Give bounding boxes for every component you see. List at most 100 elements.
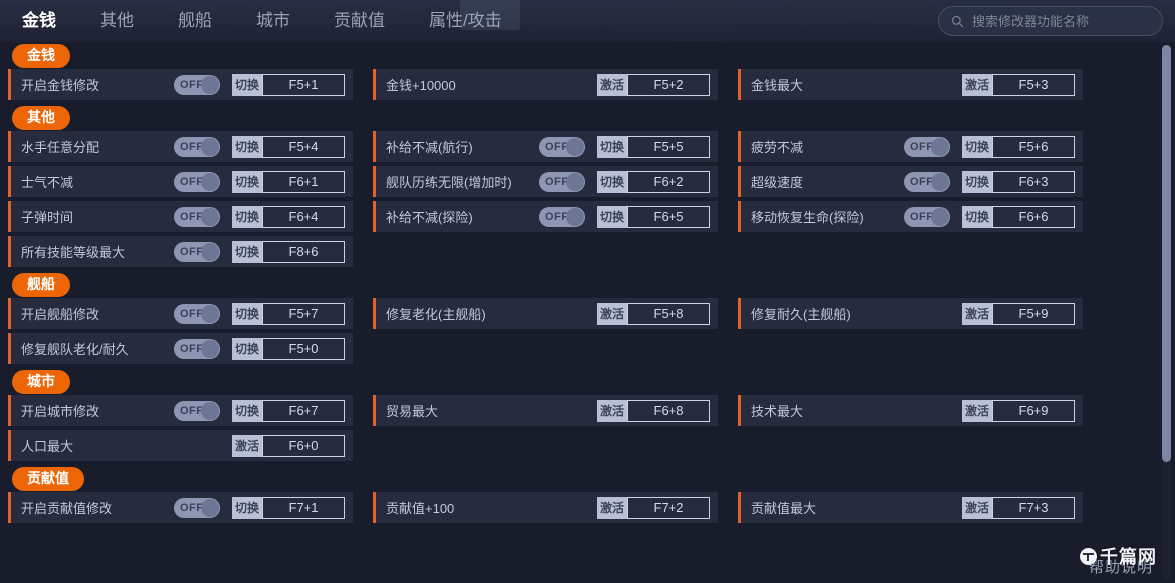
mode-button[interactable]: 激活 [596,302,627,325]
search-box[interactable] [938,6,1163,36]
mode-button[interactable]: 切换 [231,135,262,158]
mode-button[interactable]: 切换 [231,399,262,422]
hotkey-field[interactable]: F6+0 [262,434,345,457]
toggle-switch[interactable]: OFF [173,303,220,324]
hotkey-field[interactable]: F5+6 [992,135,1075,158]
search-input[interactable] [972,13,1150,29]
mode-button[interactable]: 激活 [596,73,627,96]
toggle-switch[interactable]: OFF [538,136,585,157]
cheat-cell-empty [730,236,1095,271]
toggle-state-label: OFF [179,210,204,223]
hotkey-field[interactable]: F6+9 [992,399,1075,422]
hotkey-field[interactable]: F8+6 [262,240,345,263]
toggle-switch[interactable]: OFF [173,497,220,518]
cheat-item: 开启贡献值修改 OFF 切换 F7+1 [8,492,353,523]
mode-button[interactable]: 激活 [961,399,992,422]
mode-button[interactable]: 切换 [961,170,992,193]
mode-button[interactable]: 切换 [231,496,262,519]
toggle-switch[interactable]: OFF [173,241,220,262]
toggle-knob [200,498,219,517]
tab-5[interactable]: 属性/攻击 [407,0,524,42]
toggle-switch[interactable]: OFF [903,171,950,192]
mode-button[interactable]: 激活 [596,496,627,519]
cheat-label: 修复老化(主舰船) [386,307,486,322]
tab-0[interactable]: 金钱 [0,0,78,42]
hotkey-field[interactable]: F5+5 [627,135,710,158]
mode-button[interactable]: 切换 [596,170,627,193]
toggle-switch[interactable]: OFF [173,400,220,421]
toggle-state-label: OFF [179,245,204,258]
toggle-switch[interactable]: OFF [903,206,950,227]
toggle-switch[interactable]: OFF [538,206,585,227]
section-rows: 开启城市修改 OFF 切换 F6+7 贸易最大 激活 F6+8 技术最大 激活 F6+9 人口最大激… [0,395,1160,465]
mode-button[interactable]: 激活 [961,302,992,325]
hotkey-field[interactable]: F5+2 [627,73,710,96]
cheat-cell: 贡献值最大 激活 F7+3 [730,492,1095,527]
hotkey-field[interactable]: F6+1 [262,170,345,193]
tab-2[interactable]: 舰船 [156,0,234,42]
hotkey-field[interactable]: F6+6 [992,205,1075,228]
table-row: 开启贡献值修改 OFF 切换 F7+1 贡献值+100 激活 F7+2 贡献值最大 激活 F7+3 [0,492,1160,527]
cheat-cell: 金钱+10000 激活 F5+2 [365,69,730,104]
tab-3[interactable]: 城市 [234,0,312,42]
toggle-switch[interactable]: OFF [173,206,220,227]
mode-button[interactable]: 切换 [231,170,262,193]
toggle-state-label: OFF [179,404,204,417]
hotkey-field[interactable]: F5+1 [262,73,345,96]
hotkey-field[interactable]: F6+4 [262,205,345,228]
mode-button[interactable]: 切换 [961,205,992,228]
mode-button[interactable]: 切换 [961,135,992,158]
mode-button[interactable]: 激活 [961,73,992,96]
mode-button[interactable]: 激活 [596,399,627,422]
mode-button[interactable]: 激活 [961,496,992,519]
cheat-label: 贡献值最大 [751,501,817,516]
toggle-switch[interactable]: OFF [903,136,950,157]
hotkey-field[interactable]: F5+3 [992,73,1075,96]
toggle-knob [565,137,584,156]
cheat-controls: OFF 切换 F5+0 [173,333,345,364]
cheat-controls: 激活 F5+9 [961,298,1075,329]
hotkey-field[interactable]: F5+7 [262,302,345,325]
table-row: 水手任意分配 OFF 切换 F5+4 补给不减(航行) OFF 切换 F5+5 疲劳不减 OFF 切… [0,131,1160,166]
hotkey-field[interactable]: F6+5 [627,205,710,228]
tab-4[interactable]: 贡献值 [312,0,407,42]
hotkey-field[interactable]: F5+9 [992,302,1075,325]
mode-button[interactable]: 切换 [231,73,262,96]
toggle-switch[interactable]: OFF [173,171,220,192]
toggle-switch[interactable]: OFF [173,74,220,95]
toggle-switch[interactable]: OFF [173,338,220,359]
cheat-label: 舰队历练无限(增加时) [386,175,512,190]
scrollbar-thumb[interactable] [1162,45,1171,462]
cheat-controls: 激活 F5+2 [596,69,710,100]
hotkey-field[interactable]: F7+3 [992,496,1075,519]
hotkey-field[interactable]: F6+2 [627,170,710,193]
mode-button[interactable]: 切换 [596,135,627,158]
cheat-label: 开启舰船修改 [21,307,100,322]
mode-button[interactable]: 切换 [596,205,627,228]
cheat-cell: 开启贡献值修改 OFF 切换 F7+1 [0,492,365,527]
mode-button[interactable]: 切换 [231,337,262,360]
mode-button[interactable]: 切换 [231,205,262,228]
tab-1[interactable]: 其他 [78,0,156,42]
toggle-switch[interactable]: OFF [538,171,585,192]
hotkey-field[interactable]: F7+2 [627,496,710,519]
vertical-scrollbar[interactable] [1162,45,1171,580]
cheat-item: 贸易最大 激活 F6+8 [373,395,718,426]
mode-button[interactable]: 切换 [231,302,262,325]
hotkey-field[interactable]: F6+7 [262,399,345,422]
cheat-item: 开启城市修改 OFF 切换 F6+7 [8,395,353,426]
hotkey-field[interactable]: F6+3 [992,170,1075,193]
toggle-switch[interactable]: OFF [173,136,220,157]
hotkey-field[interactable]: F6+8 [627,399,710,422]
cheat-label: 开启城市修改 [21,404,100,419]
section-title-badge: 贡献值 [12,467,84,491]
cheat-controls: 激活 F6+9 [961,395,1075,426]
hotkey-field[interactable]: F5+4 [262,135,345,158]
cheat-label: 开启金钱修改 [21,78,100,93]
hotkey-field[interactable]: F5+8 [627,302,710,325]
cheat-label: 补给不减(航行) [386,140,473,155]
hotkey-field[interactable]: F7+1 [262,496,345,519]
hotkey-field[interactable]: F5+0 [262,337,345,360]
mode-button[interactable]: 切换 [231,240,262,263]
mode-button[interactable]: 激活 [231,434,262,457]
